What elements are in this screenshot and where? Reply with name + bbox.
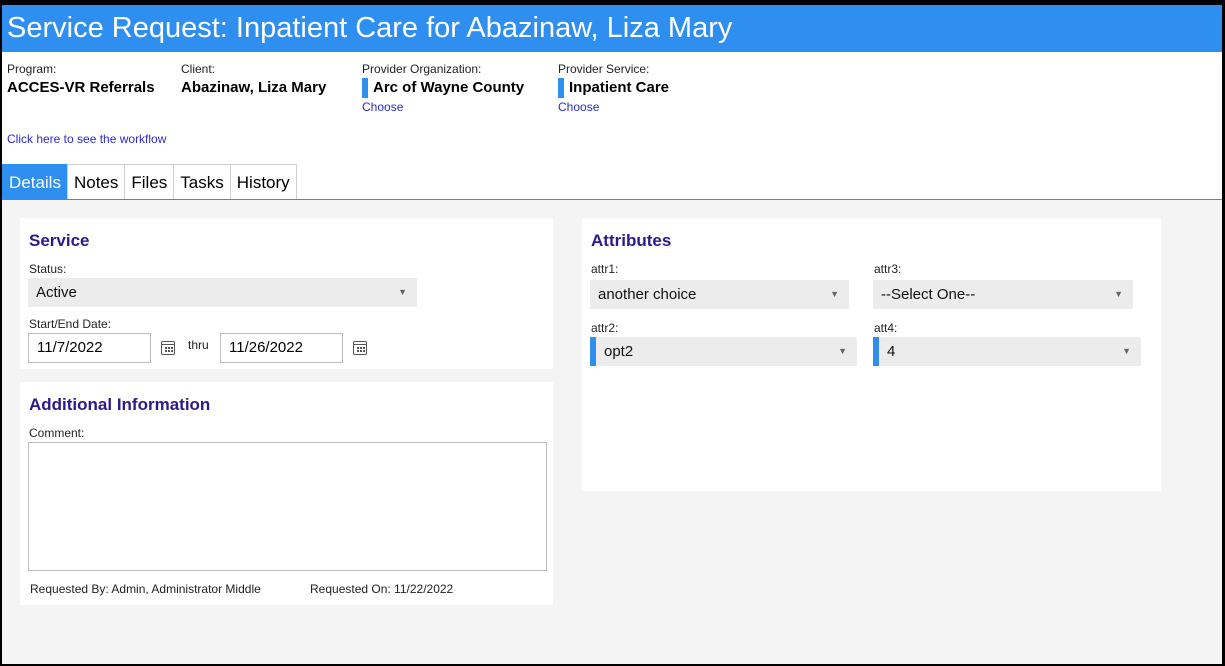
requested-on-text: Requested On: 11/22/2022 (310, 582, 454, 596)
service-heading: Service (29, 231, 90, 250)
attributes-panel: Attributes attr1: another choice ▼ attr2… (582, 218, 1161, 491)
attr2-label: attr2: (591, 321, 619, 335)
client-value: Abazinaw, Liza Mary (181, 79, 327, 96)
chevron-down-icon: ▼ (1114, 289, 1123, 299)
chevron-down-icon: ▼ (398, 287, 407, 297)
tab-notes[interactable]: Notes (66, 164, 126, 199)
end-date-input[interactable]: 11/26/2022 (220, 333, 343, 363)
calendar-icon[interactable] (353, 341, 367, 355)
requested-by-text: Requested By: Admin, Administrator Middl… (30, 582, 261, 596)
attr1-value: another choice (598, 286, 697, 303)
program-field: Program: ACCES-VR Referrals (7, 62, 155, 98)
attr2-select[interactable]: opt2 ▼ (590, 337, 857, 366)
chevron-down-icon: ▼ (838, 346, 847, 356)
program-label: Program: (7, 62, 57, 76)
attr1-select[interactable]: another choice ▼ (590, 280, 849, 309)
calendar-icon[interactable] (161, 341, 175, 355)
client-field: Client: Abazinaw, Liza Mary (181, 62, 326, 98)
client-label: Client: (181, 62, 216, 76)
additional-info-heading: Additional Information (29, 395, 211, 414)
tab-underline (2, 199, 1222, 200)
comment-label: Comment: (29, 426, 85, 440)
start-date-input[interactable]: 11/7/2022 (28, 333, 151, 363)
request-header: Program: ACCES-VR Referrals Client: Abaz… (2, 52, 1222, 200)
tab-files[interactable]: Files (124, 164, 175, 199)
thru-label: thru (188, 338, 209, 352)
provider-service-field: Provider Service: Inpatient Care Choose (558, 62, 669, 114)
chevron-down-icon: ▼ (830, 289, 839, 299)
provider-organization-value: Arc of Wayne County (362, 78, 524, 98)
tab-bar: Details Notes Files Tasks History (2, 164, 297, 199)
program-value: ACCES-VR Referrals (7, 79, 155, 96)
chevron-down-icon: ▼ (1122, 346, 1131, 356)
page-title: Service Request: Inpatient Care for Abaz… (2, 5, 1222, 52)
workflow-link[interactable]: Click here to see the workflow (7, 132, 166, 146)
attr3-select[interactable]: --Select One-- ▼ (873, 280, 1133, 309)
provider-service-choose-link[interactable]: Choose (558, 100, 669, 114)
service-request-window: Service Request: Inpatient Care for Abaz… (2, 5, 1222, 664)
start-end-date-label: Start/End Date: (29, 317, 112, 331)
status-value: Active (36, 284, 77, 301)
status-label: Status: (29, 262, 67, 276)
additional-info-panel: Additional Information Comment: Requeste… (20, 382, 553, 605)
provider-organization-label: Provider Organization: (362, 62, 482, 76)
comment-textarea[interactable] (28, 442, 547, 571)
provider-service-label: Provider Service: (558, 62, 650, 76)
status-select[interactable]: Active ▼ (28, 278, 417, 307)
attributes-heading: Attributes (591, 231, 672, 250)
provider-organization-field: Provider Organization: Arc of Wayne Coun… (362, 62, 524, 114)
tab-history[interactable]: History (229, 164, 297, 199)
service-panel: Service Status: Active ▼ Start/End Date:… (20, 218, 553, 369)
attr3-value: --Select One-- (881, 286, 976, 303)
att4-value: 4 (887, 343, 896, 360)
attr3-label: attr3: (874, 262, 902, 276)
attr1-label: attr1: (591, 262, 619, 276)
attr2-value: opt2 (604, 343, 634, 360)
provider-service-value: Inpatient Care (558, 78, 669, 98)
provider-organization-choose-link[interactable]: Choose (362, 100, 524, 114)
tab-tasks[interactable]: Tasks (173, 164, 231, 199)
tab-details[interactable]: Details (2, 164, 68, 199)
att4-label: att4: (874, 321, 898, 335)
att4-select[interactable]: 4 ▼ (873, 337, 1141, 366)
